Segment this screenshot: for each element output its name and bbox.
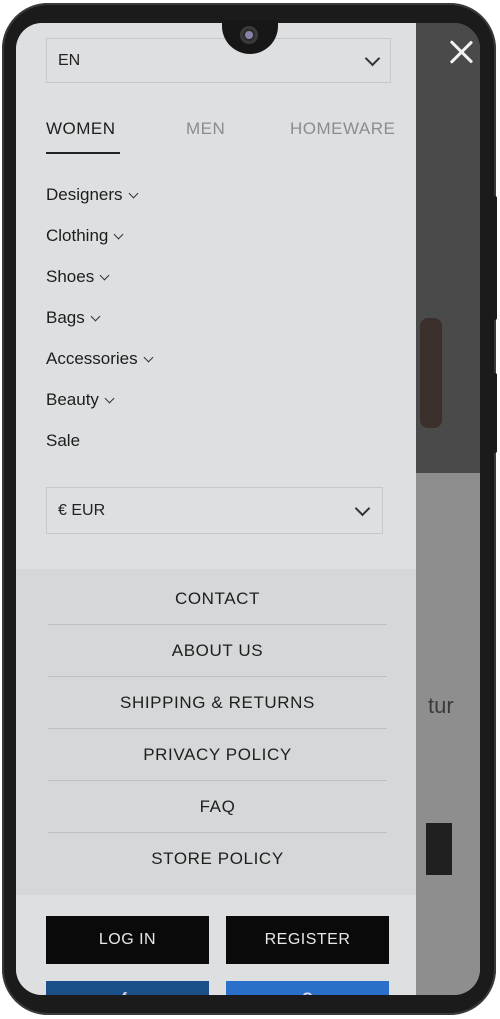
category-label: Shoes [46,267,95,286]
chevron-down-icon [99,270,110,280]
chevron-down-icon [354,500,371,516]
category-bags[interactable]: Bags [46,308,101,328]
tab-men[interactable]: MEN [186,119,225,139]
link-contact[interactable]: CONTACT [48,573,387,625]
active-tab-indicator [46,152,120,154]
register-button[interactable]: REGISTER [226,916,389,964]
facebook-icon: f [122,989,127,995]
chevron-down-icon [143,352,154,362]
tab-women[interactable]: WOMEN [46,119,116,139]
category-sale[interactable]: Sale [46,431,80,451]
category-beauty[interactable]: Beauty [46,390,115,410]
facebook-login-button[interactable]: f [46,981,209,995]
background-text: tur [428,693,454,718]
category-label: Bags [46,308,85,327]
category-label: Beauty [46,390,99,409]
chevron-down-icon [104,393,115,403]
link-faq[interactable]: FAQ [48,781,387,833]
background-product-image [420,318,442,428]
volume-button [493,196,497,320]
category-accessories[interactable]: Accessories [46,349,154,369]
chevron-down-icon [128,188,138,198]
chevron-down-icon [364,50,381,66]
power-button [493,373,497,453]
screen: tur EN WOMEN MEN HOMEWARE Designers Clot… [16,23,480,995]
google-login-button[interactable]: G [226,981,389,995]
chevron-down-icon [113,229,124,239]
department-tabs: WOMEN MEN HOMEWARE [46,119,396,154]
language-select[interactable]: EN [46,38,391,83]
link-privacy-policy[interactable]: PRIVACY POLICY [48,729,387,781]
navigation-drawer: EN WOMEN MEN HOMEWARE Designers Clothing… [16,23,416,995]
close-icon[interactable] [448,39,474,65]
login-button[interactable]: LOG IN [46,916,209,964]
link-shipping-returns[interactable]: SHIPPING & RETURNS [48,677,387,729]
background-button [426,823,452,875]
category-designers[interactable]: Designers [46,185,138,205]
category-label: Clothing [46,226,109,245]
chevron-down-icon [90,311,101,321]
category-label: Sale [46,431,81,450]
info-links: CONTACT ABOUT US SHIPPING & RETURNS PRIV… [16,569,416,895]
link-about-us[interactable]: ABOUT US [48,625,387,677]
category-label: Designers [46,185,123,204]
tab-homeware[interactable]: HOMEWARE [290,119,395,139]
google-icon: G [302,989,313,995]
category-clothing[interactable]: Clothing [46,226,124,246]
currency-select[interactable]: € EUR [46,487,383,534]
front-camera [240,26,258,44]
currency-value: € EUR [58,501,106,519]
category-shoes[interactable]: Shoes [46,267,110,287]
language-value: EN [58,51,81,69]
link-store-policy[interactable]: STORE POLICY [48,833,387,885]
category-label: Accessories [46,349,138,368]
